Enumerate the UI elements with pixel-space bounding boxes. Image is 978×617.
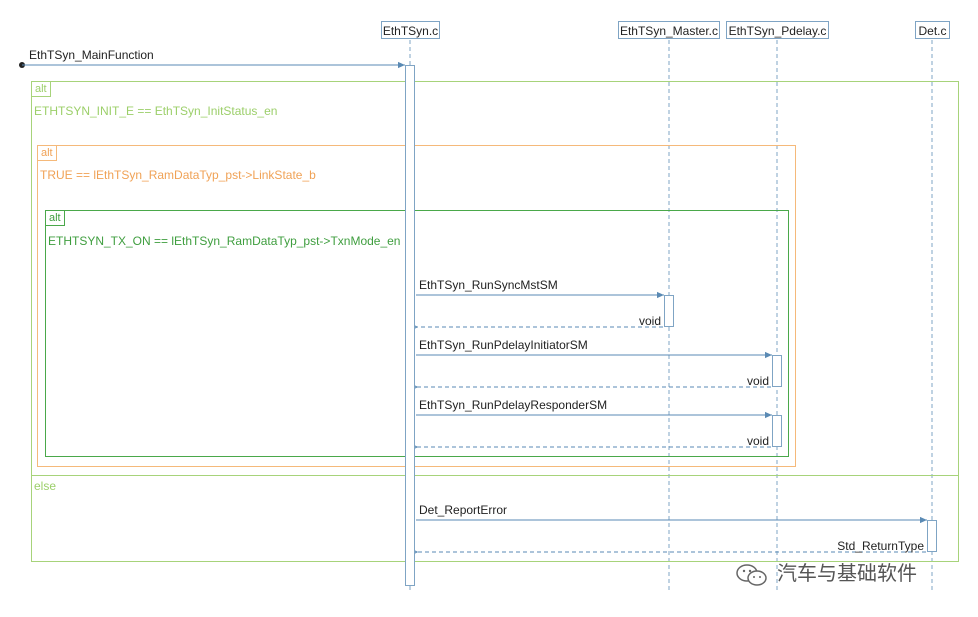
return-label-pdelayresp: void [746, 434, 769, 448]
call-label-pdelayinit: EthTSyn_RunPdelayInitiatorSM [419, 338, 588, 352]
lifeline-header-master: EthTSyn_Master.c [618, 21, 720, 39]
activation-pdelay-resp [772, 415, 782, 447]
inner-alt-fragment: alt ETHTSYN_TX_ON == lEthTSyn_RamDataTyp… [45, 210, 789, 457]
call-label-pdelayresp: EthTSyn_RunPdelayResponderSM [419, 398, 608, 412]
call-label-det: Det_ReportError [419, 503, 508, 517]
entry-message-label: EthTSyn_MainFunction [29, 48, 154, 62]
return-label-det: Std_ReturnType [837, 539, 924, 553]
wechat-icon [736, 564, 767, 586]
middle-alt-guard: TRUE == lEthTSyn_RamDataTyp_pst->LinkSta… [40, 168, 316, 182]
watermark: 汽车与基础软件 [735, 560, 955, 588]
outer-alt-guard: ETHTSYN_INIT_E == EthTSyn_InitStatus_en [34, 104, 278, 118]
lifeline-header-pdelay: EthTSyn_Pdelay.c [726, 21, 829, 39]
call-label-syncmst: EthTSyn_RunSyncMstSM [419, 278, 558, 292]
activation-det [927, 520, 937, 552]
return-label-syncmst: void [638, 314, 661, 328]
activation-ethtsyn [405, 65, 415, 586]
inner-alt-tag: alt [46, 211, 65, 226]
lifeline-header-ethtsyn: EthTSyn.c [381, 21, 440, 39]
sequence-diagram: alt ETHTSYN_INIT_E == EthTSyn_InitStatus… [0, 0, 978, 617]
lifeline-header-det: Det.c [915, 21, 950, 39]
return-label-pdelayinit: void [746, 374, 769, 388]
outer-alt-tag: alt [32, 82, 51, 97]
else-divider [32, 475, 958, 476]
activation-master [664, 295, 674, 327]
inner-alt-guard: ETHTSYN_TX_ON == lEthTSyn_RamDataTyp_pst… [48, 234, 401, 248]
activation-pdelay-init [772, 355, 782, 387]
watermark-text: 汽车与基础软件 [777, 563, 917, 585]
middle-alt-tag: alt [38, 146, 57, 161]
else-label: else [34, 479, 57, 493]
